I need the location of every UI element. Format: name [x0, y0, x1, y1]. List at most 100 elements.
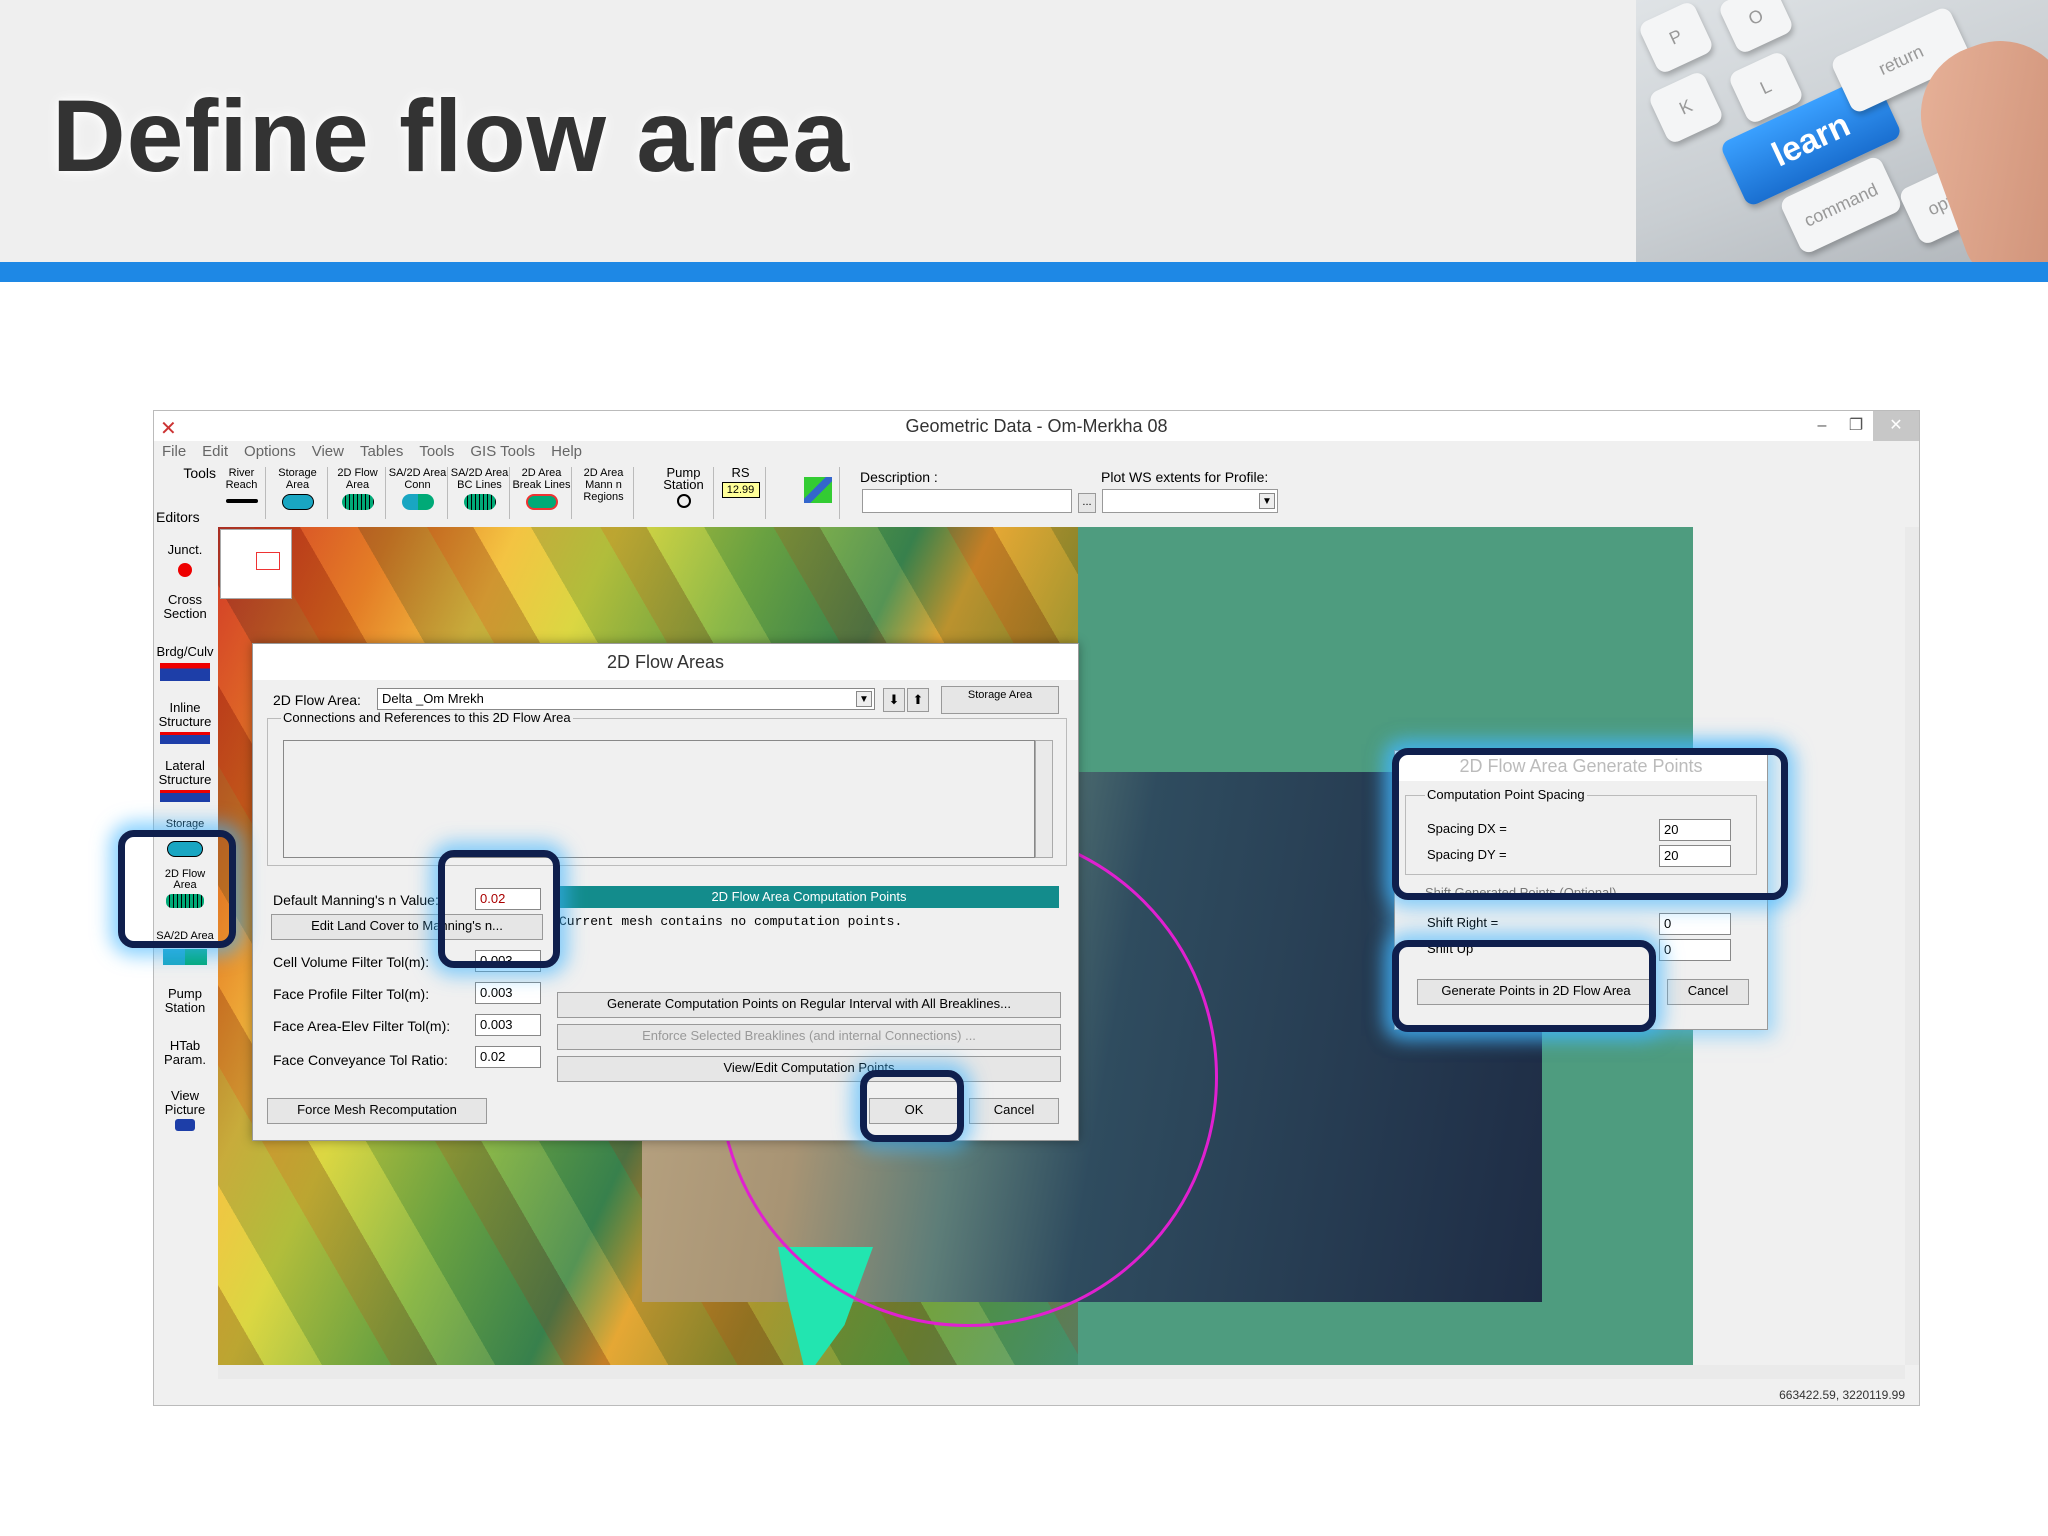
chevron-down-icon: ▼: [856, 691, 872, 707]
map-icon: [803, 477, 832, 503]
enforce-breaklines-button[interactable]: Enforce Selected Breaklines (and interna…: [557, 1024, 1061, 1050]
pump-station-tool[interactable]: Pump Station: [154, 987, 216, 1015]
menu-help[interactable]: Help: [543, 441, 590, 465]
menu-tools[interactable]: Tools: [411, 441, 462, 465]
menu-view[interactable]: View: [304, 441, 352, 465]
app-icon: ✕: [160, 418, 177, 440]
shift-right-label: Shift Right =: [1427, 915, 1499, 930]
slide: Define flow area P O K L learn return co…: [0, 0, 2048, 1536]
storage-area-button-label: Storage Area: [967, 689, 1033, 701]
slide-title: Define flow area: [52, 79, 851, 193]
storage-area-button[interactable]: Storage Area: [268, 467, 328, 519]
window-titlebar: ✕ Geometric Data - Om-Merkha 08 – ❐ ✕: [154, 411, 1919, 441]
close-button[interactable]: ✕: [1873, 411, 1919, 441]
cell-volume-label: Cell Volume Filter Tol(m):: [273, 954, 430, 970]
plot-ws-select[interactable]: ▼: [1102, 489, 1278, 513]
horizontal-scrollbar[interactable]: [218, 1365, 1905, 1379]
description-input[interactable]: [862, 489, 1072, 513]
face-area-label: Face Area-Elev Filter Tol(m):: [273, 1018, 451, 1034]
cancel-button[interactable]: Cancel: [969, 1098, 1059, 1124]
lateral-structure-icon: [160, 790, 210, 802]
bc-lines-icon: [463, 494, 496, 510]
highlight-flow-area-tool: [118, 830, 236, 948]
lateral-structure-tool[interactable]: Lateral Structure: [154, 759, 216, 802]
cross-section-tool[interactable]: Cross Section: [154, 593, 216, 621]
htab-param-tool[interactable]: HTab Param.: [154, 1039, 216, 1067]
connections-scrollbar[interactable]: [1035, 740, 1053, 858]
sa-2d-bc-button[interactable]: SA/2D Area BC Lines: [450, 467, 510, 519]
move-down-button[interactable]: ⬇: [883, 688, 905, 712]
sa-2d-icon: [163, 949, 207, 965]
storage-area-button[interactable]: Storage Area: [941, 686, 1059, 714]
htab-param-label: HTab Param.: [164, 1038, 206, 1067]
sa-2d-conn-button[interactable]: SA/2D Area Conn: [388, 467, 448, 519]
restore-button[interactable]: ❐: [1839, 411, 1873, 441]
grid-icon: [341, 494, 374, 510]
menu-tables[interactable]: Tables: [352, 441, 411, 465]
face-conveyance-input[interactable]: 0.02: [475, 1046, 541, 1068]
river-reach-button[interactable]: River Reach: [218, 467, 266, 519]
bridge-icon: [160, 663, 210, 681]
breaklines-button[interactable]: 2D Area Break Lines: [512, 467, 572, 519]
mannings-label: Default Manning's n Value:: [273, 892, 439, 908]
flow-area-select[interactable]: Delta _Om Mrekh ▼: [377, 688, 875, 710]
view-picture-tool[interactable]: View Picture: [154, 1089, 216, 1131]
force-mesh-button[interactable]: Force Mesh Recomputation: [267, 1098, 487, 1124]
pump-station-button[interactable]: Pump Station: [654, 466, 714, 519]
junction-tool[interactable]: Junct.: [154, 543, 216, 577]
menu-gis-tools[interactable]: GIS Tools: [462, 441, 543, 465]
move-up-button[interactable]: ⬆: [907, 688, 929, 712]
rs-button[interactable]: RS 12.99: [716, 465, 766, 519]
junction-icon: [178, 563, 192, 577]
breaklines-icon: [525, 494, 558, 510]
connections-list[interactable]: [283, 740, 1035, 858]
accent-bar: [0, 262, 2048, 282]
rs-value: 12.99: [721, 482, 760, 498]
breaklines-label: 2D Area Break Lines: [512, 467, 571, 491]
view-edit-points-button[interactable]: View/Edit Computation Points: [557, 1056, 1061, 1082]
plot-ws-label: Plot WS extents for Profile:: [1101, 469, 1269, 485]
chevron-down-icon: ▼: [1259, 493, 1275, 509]
menu-edit[interactable]: Edit: [194, 441, 236, 465]
flow-area-2d-label: 2D Flow Area: [337, 467, 378, 491]
menu-options[interactable]: Options: [236, 441, 304, 465]
window-title: Geometric Data - Om-Merkha 08: [905, 416, 1168, 436]
shift-up-input[interactable]: 0: [1659, 939, 1731, 961]
computation-points-header: 2D Flow Area Computation Points: [559, 886, 1059, 908]
description-ellipsis-button[interactable]: ...: [1078, 493, 1096, 513]
face-area-input[interactable]: 0.003: [475, 1014, 541, 1036]
face-profile-input[interactable]: 0.003: [475, 982, 541, 1004]
minimize-button[interactable]: –: [1805, 411, 1839, 441]
inline-structure-icon: [160, 732, 210, 744]
inline-structure-tool[interactable]: Inline Structure: [154, 701, 216, 744]
bridge-culvert-tool[interactable]: Brdg/Culv: [154, 645, 216, 681]
overview-extent: [256, 552, 280, 570]
river-reach-label: River Reach: [225, 467, 258, 491]
pump-station-tool-label: Pump Station: [164, 986, 206, 1015]
overview-map[interactable]: [220, 529, 292, 599]
generate-points-button[interactable]: Generate Computation Points on Regular I…: [557, 992, 1061, 1018]
mann-regions-label: 2D Area Mann n Regions: [583, 467, 624, 503]
mann-regions-button[interactable]: 2D Area Mann n Regions: [574, 467, 634, 519]
map-layers-button[interactable]: [796, 467, 840, 519]
arrow-icon: [225, 499, 258, 503]
flow-area-value: Delta _Om Mrekh: [382, 691, 484, 706]
camera-icon: [175, 1119, 195, 1131]
dialog-title: 2D Flow Areas: [253, 644, 1078, 680]
editors-sidebar: Junct. Cross Section Brdg/Culv Inline St…: [154, 527, 216, 1131]
lateral-structure-label: Lateral Structure: [158, 758, 212, 787]
rs-label: RS: [731, 465, 750, 480]
storage-area-icon: [281, 494, 314, 510]
sa-2d-conn-label: SA/2D Area Conn: [388, 467, 447, 491]
bridge-culvert-label: Brdg/Culv: [156, 644, 214, 659]
vertical-scrollbar[interactable]: [1905, 527, 1919, 1365]
shift-right-input[interactable]: 0: [1659, 913, 1731, 935]
storage-label: Storage: [165, 818, 205, 830]
editors-label: Editors: [156, 509, 200, 525]
coordinates-readout: 663422.59, 3220119.99: [1779, 1388, 1905, 1402]
flow-area-2d-button[interactable]: 2D Flow Area: [330, 467, 386, 519]
cross-section-label: Cross Section: [163, 592, 207, 621]
menu-file[interactable]: File: [154, 441, 194, 465]
generate-cancel-button[interactable]: Cancel: [1667, 979, 1749, 1005]
sa-2d-bc-label: SA/2D Area BC Lines: [450, 467, 509, 491]
